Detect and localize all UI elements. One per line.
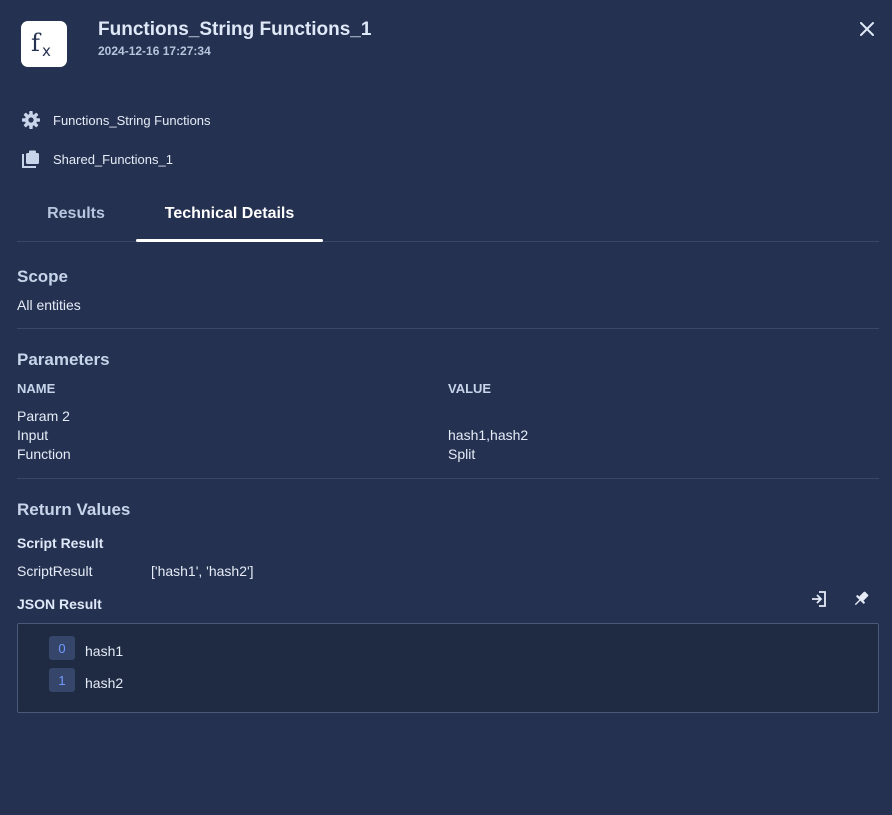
shared-instance-icon <box>21 149 41 169</box>
close-icon <box>860 22 874 36</box>
param-value: Split <box>448 446 476 462</box>
divider <box>17 478 879 479</box>
json-index-badge: 0 <box>49 636 75 660</box>
parameters-title: Parameters <box>17 350 110 369</box>
script-result-key: ScriptResult <box>17 563 93 579</box>
json-item-value: hash2 <box>85 675 124 691</box>
open-in-new-button[interactable] <box>809 589 829 609</box>
divider <box>17 328 879 329</box>
param-value: hash1,hash2 <box>448 427 529 443</box>
script-result-title: Script Result <box>17 535 104 551</box>
json-result-viewer[interactable]: 0 hash1 1 hash2 <box>17 623 879 713</box>
scope-value: All entities <box>17 297 81 313</box>
json-result-title: JSON Result <box>17 596 102 612</box>
pin-button[interactable] <box>851 589 871 609</box>
tab-results[interactable]: Results <box>17 195 135 241</box>
tab-bar: Results Technical Details <box>17 195 879 242</box>
instance-label: Shared_Functions_1 <box>53 151 173 167</box>
param-name-header: NAME <box>17 381 56 396</box>
svg-text:f: f <box>31 29 42 57</box>
open-external-icon <box>812 591 826 607</box>
tab-technical-details[interactable]: Technical Details <box>136 195 323 242</box>
param-name: Input <box>17 427 49 443</box>
json-item-value: hash1 <box>85 643 124 659</box>
integration-row: Functions_String Functions <box>21 110 211 130</box>
function-fx-icon: f x <box>21 21 67 67</box>
svg-text:x: x <box>42 42 51 60</box>
param-name: Param 2 <box>17 408 70 424</box>
integration-label: Functions_String Functions <box>53 112 211 128</box>
param-name: Function <box>17 446 71 462</box>
instance-row: Shared_Functions_1 <box>21 149 173 169</box>
timestamp: 2024-12-16 17:27:34 <box>98 44 211 58</box>
page-title: Functions_String Functions_1 <box>98 19 372 40</box>
close-button[interactable] <box>857 19 877 39</box>
gear-icon <box>21 110 41 130</box>
script-result-value: ['hash1', 'hash2'] <box>151 563 254 579</box>
json-index-badge: 1 <box>49 668 75 692</box>
return-values-title: Return Values <box>17 500 131 519</box>
scope-title: Scope <box>17 267 69 286</box>
param-value-header: VALUE <box>448 381 492 396</box>
pin-icon <box>854 591 869 606</box>
